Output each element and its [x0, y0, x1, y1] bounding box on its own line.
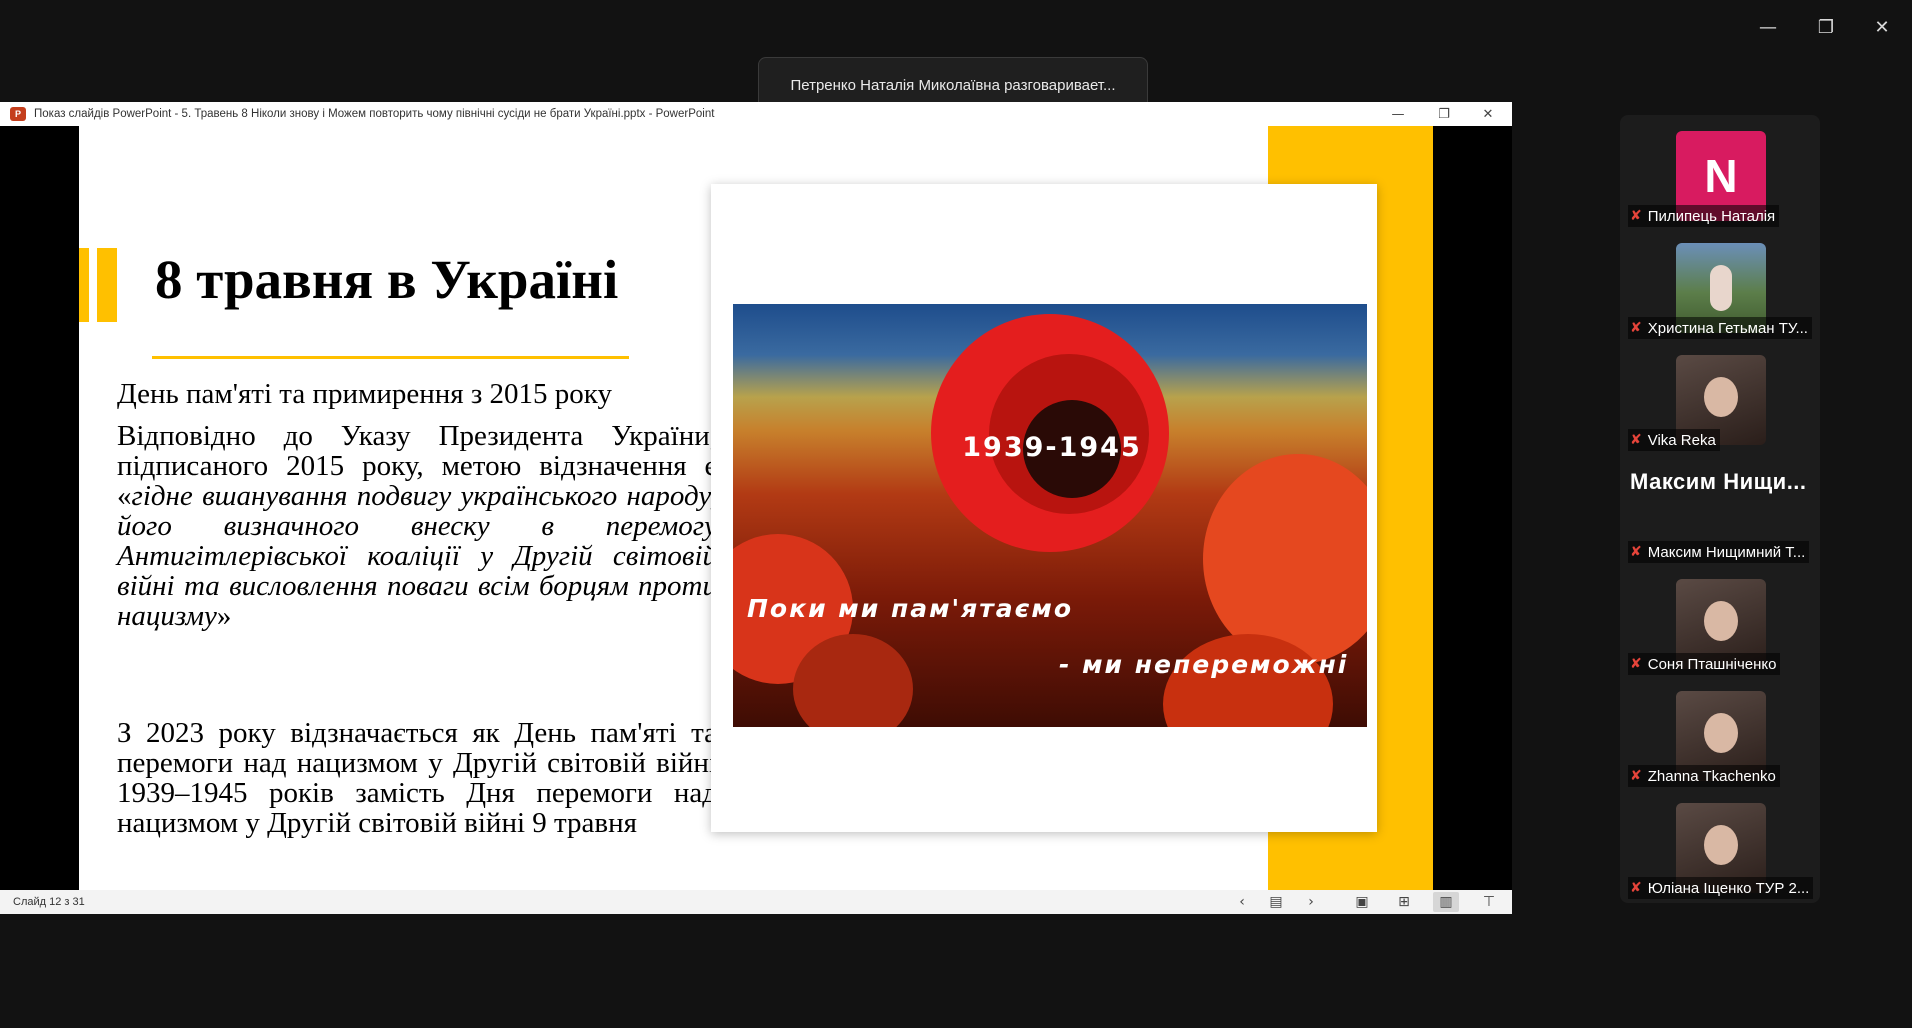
image-caption-2: - ми непереможні	[1059, 650, 1349, 679]
ppt-statusbar: Слайд 12 з 31 ‹ ▤ › ▣ ⊞ ▥ ⊤	[0, 890, 1512, 914]
reading-view-button[interactable]: ▥	[1433, 892, 1459, 912]
participant-name: Христина Гетьман ТУ...	[1647, 319, 1808, 337]
close-icon: ✕	[1874, 16, 1890, 38]
minimize-icon: —	[1391, 106, 1405, 122]
ppt-close-button[interactable]: ✕	[1474, 104, 1502, 124]
participant-tile[interactable]: ✘ Соня Пташніченко	[1626, 571, 1814, 679]
presentation-icon: ⊤	[1482, 894, 1496, 910]
participant-photo	[1704, 713, 1738, 753]
participant-photo	[1704, 377, 1738, 417]
window-minimize-button[interactable]: —	[1750, 14, 1786, 40]
participant-display-name: Максим Нищи...	[1630, 469, 1807, 494]
mic-off-icon: ✘	[1630, 320, 1642, 336]
poppy-field-image: 1939-1945 Поки ми пам'ятаємо - ми непере…	[733, 304, 1367, 727]
slideshow-button[interactable]: ⊤	[1476, 892, 1502, 912]
normal-view-icon: ▣	[1355, 894, 1369, 910]
participant-label: ✘ Максим Нищимний Т...	[1628, 541, 1810, 563]
slide-subtitle: День пам'яті та примирення з 2015 року	[117, 378, 612, 410]
slide-title: 8 травня в Україні	[155, 249, 619, 310]
participant-label: ✘ Zhanna Tkachenko	[1628, 765, 1780, 787]
title-underline	[152, 356, 629, 359]
window-restore-button[interactable]: ❐	[1808, 14, 1844, 40]
participant-tile[interactable]: Максим Нищи... ✘ Максим Нищимний Т...	[1626, 459, 1814, 567]
ppt-window-title: Показ слайдів PowerPoint - 5. Травень 8 …	[34, 108, 715, 120]
avatar-letter: N	[1704, 150, 1738, 202]
chevron-left-icon: ‹	[1239, 894, 1245, 910]
slide-paragraph-decree: Відповідно до Указу Президента України, …	[117, 421, 717, 631]
restore-icon: ❐	[1817, 16, 1835, 38]
participant-tile[interactable]: N ✘ Пилипець Наталія	[1626, 123, 1814, 231]
slide-menu-button[interactable]: ▤	[1263, 892, 1289, 912]
participant-tile[interactable]: ✘ Юліана Іщенко ТУР 2...	[1626, 795, 1814, 903]
participant-tile[interactable]: ✘ Vika Reka	[1626, 347, 1814, 455]
ppt-restore-button[interactable]: ❐	[1430, 104, 1458, 124]
paragraph-end-quote: »	[216, 600, 232, 632]
participant-photo	[1704, 825, 1738, 865]
grid-icon: ⊞	[1398, 894, 1410, 910]
image-caption-1: Поки ми пам'ятаємо	[747, 594, 1074, 623]
slide-paragraph-2023: З 2023 року відзначається як День пам'ят…	[117, 717, 717, 839]
participant-photo	[1710, 265, 1732, 311]
restore-icon: ❐	[1438, 106, 1450, 122]
mic-off-icon: ✘	[1630, 768, 1642, 784]
title-accent-bar	[97, 248, 117, 322]
menu-icon: ▤	[1269, 894, 1283, 910]
title-accent-bar	[79, 248, 89, 322]
previous-slide-button[interactable]: ‹	[1229, 892, 1255, 912]
slide-counter: Слайд 12 з 31	[13, 896, 85, 908]
participant-label: ✘ Vika Reka	[1628, 429, 1720, 451]
mic-off-icon: ✘	[1630, 544, 1642, 560]
participant-label: ✘ Юліана Іщенко ТУР 2...	[1628, 877, 1814, 899]
ppt-titlebar: P Показ слайдів PowerPoint - 5. Травень …	[0, 102, 1512, 126]
participant-tile[interactable]: ✘ Zhanna Tkachenko	[1626, 683, 1814, 791]
mic-off-icon: ✘	[1630, 880, 1642, 896]
participant-photo	[1704, 601, 1738, 641]
mic-off-icon: ✘	[1630, 208, 1642, 224]
next-slide-button[interactable]: ›	[1298, 892, 1324, 912]
normal-view-button[interactable]: ▣	[1349, 892, 1375, 912]
speaking-text: Петренко Наталія Миколаївна разговаривае…	[790, 76, 1116, 94]
participant-tile[interactable]: ✘ Христина Гетьман ТУ...	[1626, 235, 1814, 343]
image-card: 1939-1945 Поки ми пам'ятаємо - ми непере…	[711, 184, 1377, 832]
participants-panel: N ✘ Пилипець Наталія ✘ Христина Гетьман ТУ…	[1620, 115, 1820, 903]
participant-name: Юліана Іщенко ТУР 2...	[1647, 879, 1810, 897]
powerpoint-window: P Показ слайдів PowerPoint - 5. Травень …	[0, 102, 1512, 914]
close-icon: ✕	[1482, 106, 1494, 122]
participant-name: Пилипець Наталія	[1647, 207, 1776, 225]
participant-label: ✘ Пилипець Наталія	[1628, 205, 1780, 227]
powerpoint-icon: P	[10, 107, 26, 121]
mic-off-icon: ✘	[1630, 656, 1642, 672]
participant-name: Соня Пташніченко	[1647, 655, 1777, 673]
slide-sorter-button[interactable]: ⊞	[1391, 892, 1417, 912]
slide: 8 травня в Україні День пам'яті та прими…	[79, 126, 1433, 890]
participant-name: Zhanna Tkachenko	[1647, 767, 1776, 785]
participant-label: ✘ Соня Пташніченко	[1628, 653, 1781, 675]
chevron-right-icon: ›	[1308, 894, 1314, 910]
minimize-icon: —	[1759, 16, 1777, 38]
window-close-button[interactable]: ✕	[1864, 14, 1900, 40]
book-icon: ▥	[1439, 894, 1453, 910]
paragraph-italic-quote: гідне вшанування подвигу українського на…	[117, 480, 717, 632]
image-years-text: 1939-1945	[962, 432, 1142, 463]
participant-name: Максим Нищимний Т...	[1647, 543, 1806, 561]
participant-label: ✘ Христина Гетьман ТУ...	[1628, 317, 1812, 339]
mic-off-icon: ✘	[1630, 432, 1642, 448]
slide-stage[interactable]: 8 травня в Україні День пам'яті та прими…	[0, 126, 1512, 890]
ppt-minimize-button[interactable]: —	[1384, 104, 1412, 124]
participant-name: Vika Reka	[1647, 431, 1716, 449]
